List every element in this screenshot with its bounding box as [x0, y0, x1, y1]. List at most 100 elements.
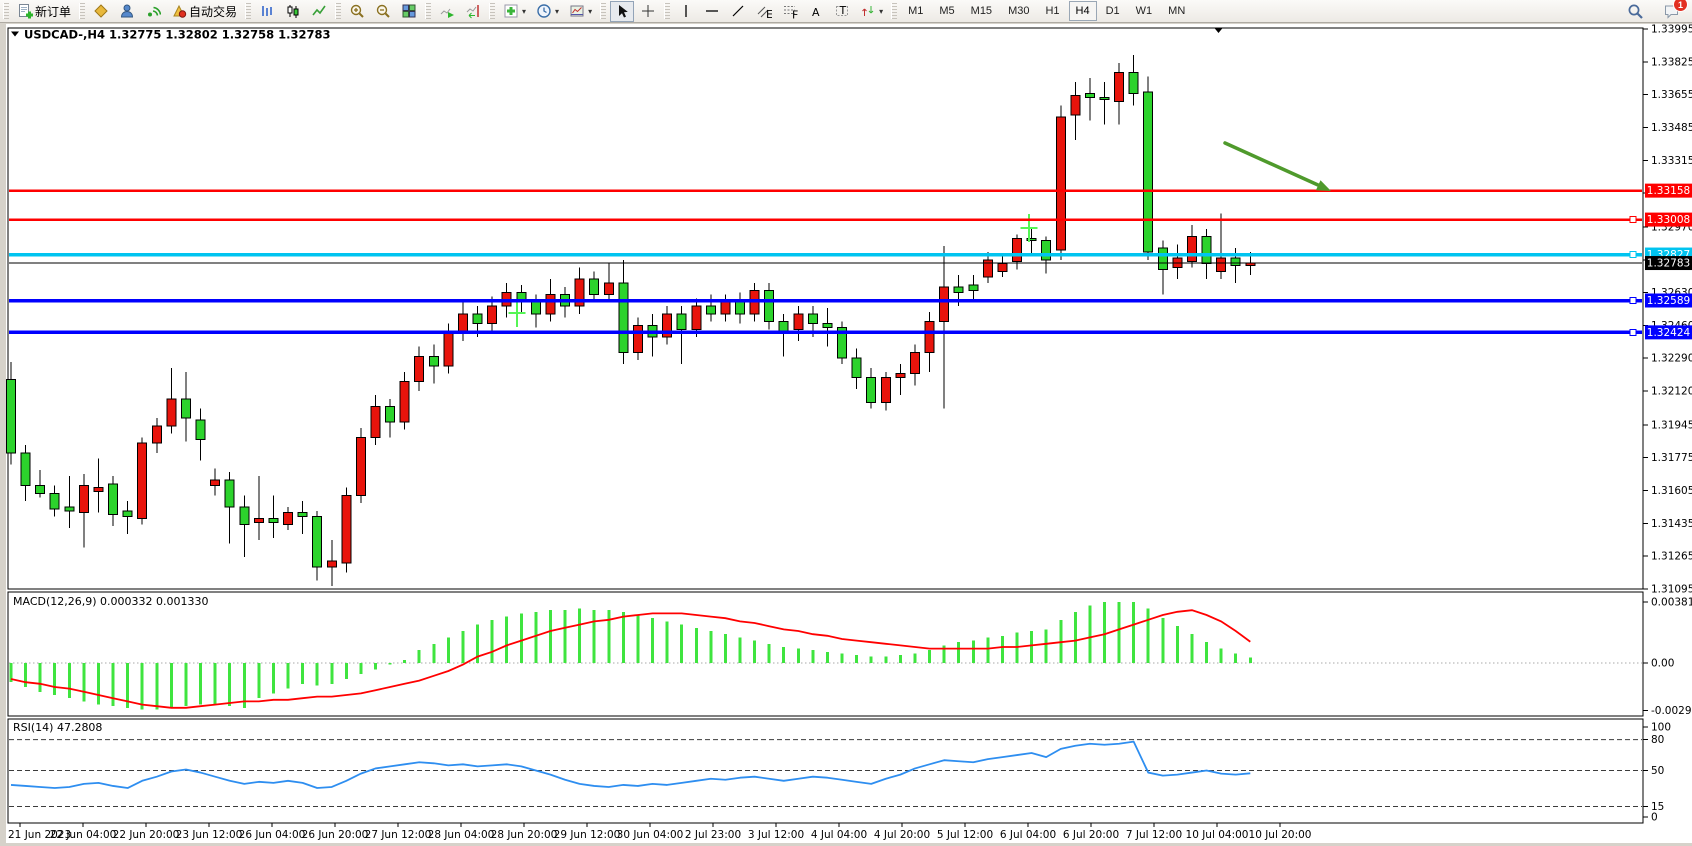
timeframe-m15[interactable]: M15	[964, 1, 999, 21]
new-order-button[interactable]: 新订单	[13, 1, 75, 22]
svg-text:1.31945: 1.31945	[1651, 419, 1692, 431]
crosshair-icon	[640, 3, 656, 19]
svg-text:3 Jul 12:00: 3 Jul 12:00	[748, 829, 804, 841]
svg-text:1.32424: 1.32424	[1647, 327, 1691, 339]
chevron-down-icon[interactable]: ▾	[555, 7, 559, 16]
timeframe-w1[interactable]: W1	[1129, 1, 1160, 21]
notification-badge: 1	[1673, 0, 1688, 12]
svg-text:1.31605: 1.31605	[1651, 485, 1692, 497]
trendline-icon	[730, 3, 746, 19]
signals-button[interactable]	[141, 1, 165, 22]
svg-text:1.32589: 1.32589	[1647, 295, 1690, 307]
zoom-out-button[interactable]	[371, 1, 395, 22]
fibonacci-button[interactable]: F	[778, 1, 802, 22]
channel-button[interactable]: E	[752, 1, 776, 22]
autotrading-button-label: 自动交易	[189, 3, 237, 20]
chevron-down-icon[interactable]: ▾	[879, 7, 883, 16]
line-handle[interactable]	[1630, 217, 1636, 223]
auto-scroll-button[interactable]	[435, 1, 459, 22]
indicators-icon	[503, 3, 519, 19]
timeframe-h4[interactable]: H4	[1069, 1, 1097, 21]
svg-text:0.00: 0.00	[1651, 658, 1674, 670]
svg-text:4 Jul 04:00: 4 Jul 04:00	[811, 829, 867, 841]
toolbar-grip	[245, 3, 251, 19]
horizontal-line-button[interactable]	[700, 1, 724, 22]
line-chart-icon	[311, 3, 327, 19]
svg-text:A: A	[812, 6, 820, 19]
svg-text:5 Jul 12:00: 5 Jul 12:00	[937, 829, 993, 841]
zoom-in-button[interactable]	[345, 1, 369, 22]
autotrading-button[interactable]: 自动交易	[167, 1, 241, 22]
candle-chart-button[interactable]	[281, 1, 305, 22]
svg-text:F: F	[792, 9, 798, 20]
market-button[interactable]	[115, 1, 139, 22]
new-order-button-label: 新订单	[35, 3, 71, 20]
svg-text:28 Jun 04:00: 28 Jun 04:00	[428, 829, 495, 841]
indicators-button[interactable]: ▾	[499, 1, 530, 22]
svg-text:22 Jun 04:00: 22 Jun 04:00	[50, 829, 117, 841]
chevron-down-icon[interactable]: ▾	[588, 7, 592, 16]
svg-text:1.33485: 1.33485	[1651, 122, 1692, 134]
timeframe-m1[interactable]: M1	[901, 1, 930, 21]
vertical-line-button[interactable]	[674, 1, 698, 22]
svg-text:0.003812: 0.003812	[1651, 597, 1692, 609]
chevron-down-icon[interactable]: ▾	[522, 7, 526, 16]
line-handle[interactable]	[1630, 298, 1636, 304]
line-chart-button[interactable]	[307, 1, 331, 22]
svg-text:27 Jun 12:00: 27 Jun 12:00	[365, 829, 432, 841]
svg-text:26 Jun 04:00: 26 Jun 04:00	[239, 829, 306, 841]
svg-text:1.32120: 1.32120	[1651, 386, 1692, 398]
chart-shift-icon	[465, 3, 481, 19]
toolbar-grip	[3, 3, 9, 19]
horizontal-line-icon	[704, 3, 720, 19]
svg-text:23 Jun 12:00: 23 Jun 12:00	[176, 829, 243, 841]
text-button[interactable]: A	[804, 1, 828, 22]
svg-text:-0.002961: -0.002961	[1651, 705, 1692, 717]
svg-text:28 Jun 20:00: 28 Jun 20:00	[491, 829, 558, 841]
search-button[interactable]	[1623, 1, 1648, 22]
svg-text:4 Jul 20:00: 4 Jul 20:00	[874, 829, 930, 841]
svg-text:7 Jul 12:00: 7 Jul 12:00	[1126, 829, 1182, 841]
text-label-button[interactable]: T	[830, 1, 854, 22]
text-icon: A	[808, 3, 824, 19]
svg-text:22 Jun 20:00: 22 Jun 20:00	[113, 829, 180, 841]
svg-text:1.33315: 1.33315	[1651, 155, 1692, 167]
svg-text:50: 50	[1651, 765, 1664, 777]
timeframe-m30[interactable]: M30	[1001, 1, 1036, 21]
toolbar-grip	[891, 3, 897, 19]
svg-text:10 Jul 04:00: 10 Jul 04:00	[1186, 829, 1249, 841]
periods-button[interactable]: ▾	[532, 1, 563, 22]
toolbar-grip	[489, 3, 495, 19]
svg-text:10 Jul 20:00: 10 Jul 20:00	[1249, 829, 1312, 841]
toolbar-right: 1	[1622, 1, 1692, 22]
quotes-button[interactable]	[89, 1, 113, 22]
line-handle[interactable]	[1630, 329, 1636, 335]
svg-text:1.33158: 1.33158	[1647, 185, 1690, 197]
templates-button[interactable]: ▾	[565, 1, 596, 22]
bar-chart-icon	[259, 3, 275, 19]
chart-shift-button[interactable]	[461, 1, 485, 22]
tile-windows-button[interactable]	[397, 1, 421, 22]
svg-text:80: 80	[1651, 734, 1664, 746]
svg-text:26 Jun 20:00: 26 Jun 20:00	[302, 829, 369, 841]
zoom-out-icon	[375, 3, 391, 19]
timeframe-d1[interactable]: D1	[1099, 1, 1127, 21]
timeframe-h1[interactable]: H1	[1038, 1, 1066, 21]
svg-text:1.31095: 1.31095	[1651, 583, 1692, 595]
autotrading-icon	[171, 3, 187, 19]
svg-text:1.31435: 1.31435	[1651, 518, 1692, 530]
svg-text:6 Jul 20:00: 6 Jul 20:00	[1063, 829, 1119, 841]
arrows-button[interactable]: ▾	[856, 1, 887, 22]
cursor-button[interactable]	[610, 1, 634, 22]
timeframe-m5[interactable]: M5	[932, 1, 961, 21]
notifications-button[interactable]: 1	[1663, 3, 1680, 19]
line-handle[interactable]	[1630, 252, 1636, 258]
trendline-button[interactable]	[726, 1, 750, 22]
crosshair-button[interactable]	[636, 1, 660, 22]
toolbar-grip	[425, 3, 431, 19]
tile-windows-icon	[401, 3, 417, 19]
timeframe-mn[interactable]: MN	[1161, 1, 1192, 21]
bar-chart-button[interactable]	[255, 1, 279, 22]
toolbar-grip	[600, 3, 606, 19]
channel-icon: E	[756, 3, 772, 19]
